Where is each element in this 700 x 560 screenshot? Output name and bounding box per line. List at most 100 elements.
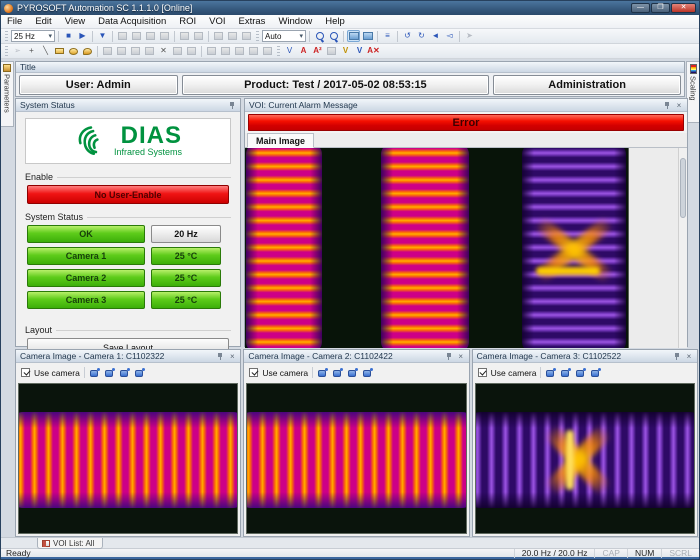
close-icon[interactable]: × — [685, 352, 693, 361]
alarm-edit-icon[interactable]: A² — [311, 45, 324, 57]
roi-move-icon — [129, 45, 142, 57]
menu-roi[interactable]: ROI — [179, 16, 196, 27]
play-icon[interactable]: ▶ — [76, 30, 89, 42]
close-icon[interactable]: × — [457, 352, 465, 361]
pin-icon[interactable] — [663, 101, 671, 110]
camera-settings-icon[interactable] — [575, 368, 586, 378]
frequency-status[interactable]: 20 Hz — [151, 225, 221, 243]
toolbar-grip[interactable] — [5, 31, 8, 41]
product-button[interactable]: Product: Test / 2017-05-02 08:53:15 — [182, 75, 490, 95]
roi-rectangle-icon[interactable] — [53, 45, 66, 57]
pointer-mode-icon[interactable]: ➤ — [463, 30, 476, 42]
camera-settings-icon[interactable] — [347, 368, 358, 378]
use-camera-checkbox[interactable] — [249, 368, 258, 377]
camera-disconnect-icon[interactable] — [332, 368, 343, 378]
camera-3-thermal-image[interactable] — [475, 383, 695, 534]
pin-icon[interactable] — [228, 101, 236, 110]
camera-2-thermal-image[interactable] — [246, 383, 466, 534]
use-camera-checkbox[interactable] — [21, 368, 30, 377]
toolbar-grip[interactable] — [5, 46, 8, 56]
menu-extras[interactable]: Extras — [239, 16, 266, 27]
align-center-icon — [261, 45, 274, 57]
pin-icon[interactable] — [673, 352, 681, 361]
dias-swirl-icon — [74, 124, 108, 158]
menu-voi[interactable]: VOI — [209, 16, 225, 27]
close-button[interactable]: ✕ — [671, 3, 696, 13]
camera-2-status[interactable]: Camera 2 — [27, 269, 145, 287]
user-enable-status[interactable]: No User-Enable — [27, 185, 229, 204]
camera-3-status[interactable]: Camera 3 — [27, 291, 145, 309]
voi-import-icon[interactable]: V — [353, 45, 366, 57]
camera-connect-icon[interactable] — [317, 368, 328, 378]
roi-group-icon — [171, 45, 184, 57]
use-camera-checkbox[interactable] — [478, 368, 487, 377]
system-ok-status[interactable]: OK — [27, 225, 145, 243]
minimize-button[interactable]: — — [631, 3, 650, 13]
flip-vertical-icon[interactable]: ◅ — [443, 30, 456, 42]
zoom-out-icon[interactable] — [327, 30, 340, 42]
toolbar-grip[interactable] — [256, 31, 259, 41]
rotate-left-icon[interactable]: ↺ — [401, 30, 414, 42]
flip-horizontal-icon[interactable]: ◄ — [429, 30, 442, 42]
alarm-add-icon[interactable]: A — [297, 45, 310, 57]
menu-window[interactable]: Window — [278, 16, 312, 27]
alarm-delete-icon[interactable]: A✕ — [367, 45, 380, 57]
full-image-icon[interactable] — [361, 30, 374, 42]
menu-data-acquisition[interactable]: Data Acquisition — [98, 16, 166, 27]
close-icon[interactable]: × — [675, 101, 683, 110]
camera-3-temperature[interactable]: 25 °C — [151, 291, 221, 309]
tab-parameters[interactable]: Parameters — [1, 61, 14, 127]
filter-icon[interactable]: ▼ — [96, 30, 109, 42]
camera-3-panel: Camera Image - Camera 3: C1102522 × Use … — [472, 349, 698, 537]
roi-line-icon[interactable]: ╲ — [39, 45, 52, 57]
main-thermal-image[interactable] — [245, 148, 629, 348]
menu-edit[interactable]: Edit — [35, 16, 51, 27]
vertical-scrollbar[interactable] — [678, 148, 687, 348]
camera-disconnect-icon[interactable] — [104, 368, 115, 378]
voi-add-icon[interactable]: V — [283, 45, 296, 57]
thermal-coil-3-defect — [522, 148, 626, 348]
user-button[interactable]: User: Admin — [19, 75, 178, 95]
fit-to-window-icon[interactable] — [347, 30, 360, 42]
pin-icon[interactable] — [216, 352, 224, 361]
tab-main-image[interactable]: Main Image — [247, 133, 314, 148]
alarm-panel-caption: VOI: Current Alarm Message × — [245, 99, 687, 112]
close-icon[interactable]: × — [228, 352, 236, 361]
frame-rate-select[interactable]: 25 Hz ▾ — [11, 30, 55, 42]
roi-ellipse-icon[interactable] — [67, 45, 80, 57]
menu-help[interactable]: Help — [325, 16, 345, 27]
isotherm-lines-icon[interactable]: ≡ — [381, 30, 394, 42]
menu-file[interactable]: File — [7, 16, 22, 27]
roi-point-icon[interactable]: + — [25, 45, 38, 57]
voi-export-icon[interactable]: V — [339, 45, 352, 57]
camera-2-temperature[interactable]: 25 °C — [151, 269, 221, 287]
roi-delete-icon[interactable]: ✕ — [157, 45, 170, 57]
camera-1-status[interactable]: Camera 1 — [27, 247, 145, 265]
camera-1-thermal-image[interactable] — [18, 383, 238, 534]
toolbar-grip[interactable] — [277, 46, 280, 56]
camera-calibrate-icon[interactable] — [362, 368, 373, 378]
camera-calibrate-icon[interactable] — [134, 368, 145, 378]
system-status-panel: System Status DIAS Infrar — [15, 98, 241, 347]
administration-button[interactable]: Administration — [493, 75, 681, 95]
marker-c-icon — [240, 30, 253, 42]
roi-copy-icon — [101, 45, 114, 57]
align-left-icon — [205, 45, 218, 57]
camera-connect-icon[interactable] — [545, 368, 556, 378]
camera-settings-icon[interactable] — [119, 368, 130, 378]
camera-connect-icon[interactable] — [89, 368, 100, 378]
camera-calibrate-icon[interactable] — [590, 368, 601, 378]
menu-view[interactable]: View — [65, 16, 85, 27]
camera-1-temperature[interactable]: 25 °C — [151, 247, 221, 265]
alarm-error-banner: Error — [248, 114, 684, 131]
select-cursor-icon[interactable]: ➢ — [11, 45, 24, 57]
zoom-mode-select[interactable]: Auto ▾ — [262, 30, 306, 42]
zoom-in-icon[interactable] — [313, 30, 326, 42]
stop-icon[interactable]: ■ — [62, 30, 75, 42]
camera-disconnect-icon[interactable] — [560, 368, 571, 378]
rotate-right-icon[interactable]: ↻ — [415, 30, 428, 42]
maximize-button[interactable]: ❐ — [651, 3, 670, 13]
table-view-icon[interactable] — [325, 45, 338, 57]
pin-icon[interactable] — [445, 352, 453, 361]
roi-polygon-icon[interactable] — [81, 45, 94, 57]
